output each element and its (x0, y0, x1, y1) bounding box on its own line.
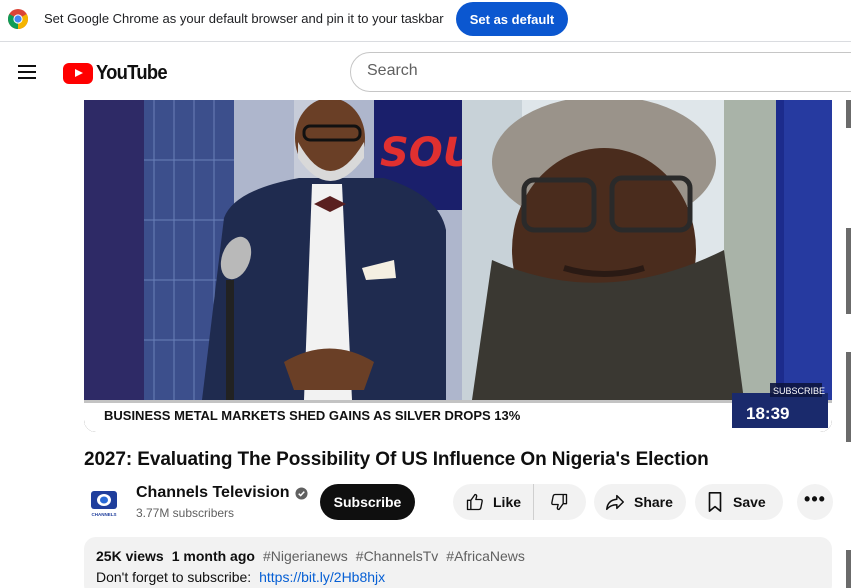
share-arrow-icon (606, 494, 624, 511)
video-player[interactable]: SOU BUSINESS METAL MARKETS SHED GAINS AS… (84, 100, 832, 432)
description-meta: 25K views 1 month ago #Nigerianews #Chan… (96, 548, 820, 564)
sidebar-thumbnail[interactable] (846, 352, 851, 442)
more-dots-icon: ••• (804, 489, 826, 509)
youtube-header: YouTube (0, 43, 851, 100)
subscribe-button[interactable]: Subscribe (320, 484, 415, 520)
video-title: 2027: Evaluating The Possibility Of US I… (84, 449, 709, 470)
sidebar-thumbnail-edges[interactable] (846, 100, 851, 588)
description-box[interactable]: 25K views 1 month ago #Nigerianews #Chan… (84, 537, 832, 588)
thumbs-up-icon (466, 493, 483, 511)
youtube-logo-text: YouTube (96, 61, 168, 84)
like-label: Like (493, 494, 522, 510)
chrome-icon (8, 9, 28, 29)
hamburger-menu-icon[interactable] (14, 58, 42, 86)
dislike-button[interactable] (534, 484, 584, 520)
more-actions-button[interactable]: ••• (797, 484, 833, 520)
studio-backdrop-text: SOU (380, 130, 475, 176)
channel-name-row[interactable]: Channels Television (136, 484, 308, 502)
save-label: Save (733, 494, 766, 510)
set-as-default-button[interactable]: Set as default (456, 2, 568, 36)
view-count: 25K views (96, 548, 164, 564)
hashtag-link[interactable]: #AfricaNews (446, 548, 525, 564)
upload-age: 1 month ago (171, 548, 255, 564)
news-ticker: BUSINESS METAL MARKETS SHED GAINS AS SIL… (104, 408, 521, 423)
like-button[interactable]: Like (453, 484, 535, 520)
description-text: Don't forget to subscribe: https://bit.l… (96, 569, 820, 585)
sidebar-thumbnail[interactable] (846, 100, 851, 128)
bookmark-icon (708, 492, 722, 512)
broadcast-clock: 18:39 (746, 404, 789, 423)
banner-message: Set Google Chrome as your default browse… (44, 11, 444, 26)
youtube-play-icon (63, 62, 93, 84)
sidebar-thumbnail[interactable] (846, 550, 851, 588)
share-label: Share (634, 494, 673, 510)
search-input[interactable] (367, 62, 847, 80)
channels-logo-icon: CHANNELS (84, 483, 124, 523)
channel-name[interactable]: Channels Television (136, 484, 290, 502)
share-button[interactable]: Share (594, 484, 686, 520)
sidebar-thumbnail[interactable] (846, 228, 851, 314)
subscribe-overlay: SUBSCRIBE (773, 386, 825, 396)
like-dislike-group: Like (453, 484, 586, 520)
youtube-logo[interactable]: YouTube (63, 61, 173, 85)
channel-avatar[interactable]: CHANNELS (84, 483, 124, 523)
default-browser-banner: Set Google Chrome as your default browse… (0, 0, 851, 42)
verified-check-icon (294, 486, 308, 500)
hashtag-link[interactable]: #ChannelsTv (356, 548, 439, 564)
thumbs-down-icon (551, 493, 568, 511)
save-button[interactable]: Save (695, 484, 783, 520)
avatar-label: CHANNELS (91, 512, 116, 517)
subscribe-prompt: Don't forget to subscribe: (96, 569, 252, 585)
subscriber-count: 3.77M subscribers (136, 506, 235, 520)
subscribe-link[interactable]: https://bit.ly/2Hb8hjx (259, 569, 385, 585)
search-box[interactable] (350, 52, 851, 92)
video-frame: SOU BUSINESS METAL MARKETS SHED GAINS AS… (84, 100, 832, 432)
hashtag-link[interactable]: #Nigerianews (263, 548, 348, 564)
